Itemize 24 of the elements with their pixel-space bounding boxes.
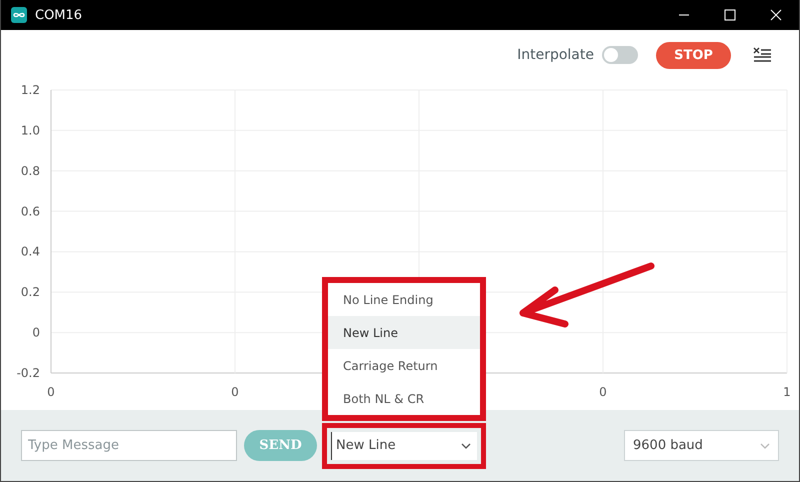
- x-tick-label: 0: [231, 385, 239, 399]
- message-field[interactable]: Type Message: [21, 430, 237, 461]
- stop-button[interactable]: STOP: [656, 42, 731, 68]
- chevron-down-icon: [461, 442, 471, 448]
- interpolate-toggle[interactable]: [602, 46, 638, 64]
- x-tick-label: 0: [47, 385, 55, 399]
- y-tick-label: 0.8: [20, 164, 40, 178]
- y-tick-label: 1.2: [20, 83, 40, 97]
- window-title: COM16: [35, 8, 84, 22]
- clear-output-icon[interactable]: [753, 47, 771, 63]
- y-tick-label: 1.0: [20, 123, 40, 138]
- y-tick-label: 0.2: [20, 285, 40, 300]
- x-tick-label: 1: [783, 385, 791, 399]
- x-tick-label: 0: [599, 385, 607, 399]
- y-tick-label: 0: [32, 326, 40, 340]
- y-tick-label: -0.2: [16, 366, 40, 380]
- y-tick-label: 0.6: [20, 204, 40, 218]
- interpolate-label: Interpolate: [517, 47, 594, 63]
- line-ending-select[interactable]: New Line: [331, 432, 477, 460]
- chevron-down-icon: [760, 442, 770, 448]
- menu-item[interactable]: New Line: [328, 316, 480, 349]
- y-tick-label: 0.4: [20, 244, 40, 259]
- app-logo-icon: [11, 7, 27, 23]
- baud-rate-select[interactable]: 9600 baud: [624, 430, 779, 461]
